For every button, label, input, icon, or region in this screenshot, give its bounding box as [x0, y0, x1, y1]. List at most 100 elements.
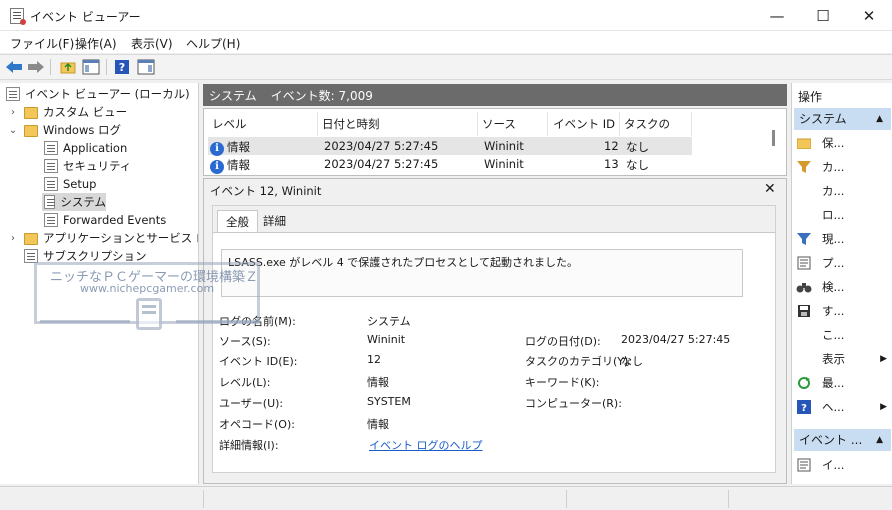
action-view[interactable]: 表示 ▶: [796, 349, 891, 369]
event-log-help-link[interactable]: イベント ログのヘルプ: [369, 437, 483, 453]
action-clear-log[interactable]: ロ...: [796, 205, 891, 225]
refresh-icon: [796, 375, 812, 391]
menu-help[interactable]: ヘルプ(H): [186, 35, 240, 52]
toolbar: ?: [0, 54, 892, 80]
column-header-source[interactable]: ソース: [478, 112, 548, 136]
log-icon: [44, 159, 58, 173]
minimize-button[interactable]: —: [754, 0, 800, 31]
label-opcode: オペコード(O):: [219, 418, 295, 431]
value-opcode: 情報: [367, 418, 389, 431]
tree-item-setup[interactable]: Setup: [44, 175, 96, 193]
tree-item-app-services[interactable]: › アプリケーションとサービス ログ: [8, 229, 198, 247]
status-bar: [0, 486, 892, 510]
column-header-task-category[interactable]: タスクのカ...: [620, 112, 692, 155]
action-label: 現...: [822, 232, 845, 246]
event-list: レベル 日付と時刻 ソース イベント ID タスクのカ... i情報 2023/…: [203, 108, 787, 176]
tree-label: Forwarded Events: [63, 213, 167, 227]
show-hide-action-pane-icon[interactable]: [136, 58, 156, 76]
action-event-properties[interactable]: イ...: [796, 455, 891, 475]
event-row[interactable]: i 情報 2023/04/27 5:27:45 Wininit 13 なし: [208, 155, 692, 174]
binoculars-icon: [796, 279, 812, 295]
event-count: イベント数: 7,009: [270, 88, 373, 103]
tree-label: Windows ログ: [43, 123, 121, 137]
details-body: 全般 詳細 LSASS.exe がレベル 4 で保護されたプロセスとして起動され…: [212, 205, 776, 473]
action-label: カ...: [822, 160, 845, 174]
tree-item-application[interactable]: Application: [44, 139, 127, 157]
log-icon: [44, 141, 58, 155]
actions-pane: 操作 システム ▲ 保... カ... カ... ロ... 現... プ... 検…: [791, 83, 892, 484]
actions-header: 操作: [798, 90, 823, 104]
value-event-id: 12: [367, 353, 381, 366]
menu-file[interactable]: ファイル(F): [10, 35, 74, 52]
action-label: 最...: [822, 376, 845, 390]
tree-item-security[interactable]: セキュリティ: [44, 157, 131, 175]
close-button[interactable]: ✕: [846, 0, 892, 31]
event-source: Wininit: [484, 139, 524, 153]
column-header-event-id[interactable]: イベント ID: [548, 112, 620, 136]
value-user: SYSTEM: [367, 395, 411, 408]
watermark-bar: [176, 320, 260, 323]
chevron-right-icon[interactable]: ›: [8, 107, 18, 118]
tree-item-forwarded-events[interactable]: Forwarded Events: [44, 211, 166, 229]
tree-item-system[interactable]: システム: [42, 193, 106, 211]
column-header-level[interactable]: レベル: [208, 112, 318, 136]
label-source: ソース(S):: [219, 335, 271, 348]
up-folder-icon[interactable]: [58, 58, 78, 76]
general-tab-panel: LSASS.exe がレベル 4 で保護されたプロセスとして起動されました。 ロ…: [213, 232, 775, 472]
action-save-all-events[interactable]: す...: [796, 301, 891, 321]
event-source: Wininit: [484, 157, 524, 171]
action-filter-current-log[interactable]: 現...: [796, 229, 891, 249]
menu-action[interactable]: 操作(A): [75, 35, 117, 52]
maximize-button[interactable]: ☐: [800, 0, 846, 31]
label-keywords: キーワード(K):: [525, 376, 600, 389]
event-row[interactable]: i 情報 2023/04/27 5:27:45 Wininit 12 なし: [208, 137, 692, 156]
actions-section-system[interactable]: システム ▲: [794, 108, 891, 130]
log-header: システム イベント数: 7,009: [203, 84, 787, 106]
actions-section-event[interactable]: イベント ... ▲: [794, 429, 891, 451]
tree-root[interactable]: イベント ビューアー (ローカル): [6, 85, 190, 103]
event-description[interactable]: LSASS.exe がレベル 4 で保護されたプロセスとして起動されました。: [221, 249, 743, 297]
action-properties[interactable]: プ...: [796, 253, 891, 273]
close-icon[interactable]: ✕: [764, 181, 776, 197]
log-icon: [44, 177, 58, 191]
info-icon: i: [210, 160, 224, 174]
tab-details[interactable]: 詳細: [255, 210, 294, 232]
folder-icon: [24, 125, 38, 137]
event-id: 12: [604, 139, 619, 153]
tree-label: アプリケーションとサービス ログ: [43, 231, 198, 245]
collapse-up-icon[interactable]: ▲: [876, 429, 883, 451]
tab-general[interactable]: 全般: [217, 210, 258, 232]
window-title: イベント ビューアー: [30, 10, 141, 24]
column-header-datetime[interactable]: 日付と時刻: [318, 112, 478, 136]
collapse-up-icon[interactable]: ▲: [876, 108, 883, 130]
show-hide-tree-icon[interactable]: [81, 58, 101, 76]
chevron-down-icon[interactable]: ⌄: [8, 125, 18, 136]
svg-text:?: ?: [801, 403, 807, 414]
tree-label: Application: [63, 141, 128, 155]
tree-item-windows-logs[interactable]: ⌄ Windows ログ: [8, 121, 121, 139]
action-import-custom-view[interactable]: カ...: [796, 181, 891, 201]
open-folder-icon: [796, 135, 812, 151]
action-label: す...: [822, 304, 845, 318]
tree-root-label: イベント ビューアー (ローカル): [25, 87, 190, 101]
help-icon[interactable]: ?: [112, 58, 132, 76]
filter-icon: [796, 231, 812, 247]
log-icon: [44, 213, 58, 227]
watermark-pc-icon: [136, 298, 162, 330]
forward-arrow-icon[interactable]: [26, 58, 46, 76]
back-arrow-icon[interactable]: [4, 58, 24, 76]
chevron-right-icon[interactable]: ›: [8, 233, 18, 244]
action-find[interactable]: 検...: [796, 277, 891, 297]
menu-view[interactable]: 表示(V): [131, 35, 173, 52]
event-level: 情報: [227, 140, 250, 154]
action-label: 保...: [822, 136, 845, 150]
event-list-scrollbar[interactable]: [772, 130, 775, 146]
tree-item-custom-views[interactable]: › カスタム ビュー: [8, 103, 127, 121]
action-attach-task[interactable]: こ...: [796, 325, 891, 345]
action-open-saved-log[interactable]: 保...: [796, 133, 891, 153]
action-label: 表示: [822, 352, 845, 366]
action-help[interactable]: ? ヘ... ▶: [796, 397, 891, 417]
action-refresh[interactable]: 最...: [796, 373, 891, 393]
action-label: イ...: [822, 458, 845, 472]
action-create-custom-view[interactable]: カ...: [796, 157, 891, 177]
